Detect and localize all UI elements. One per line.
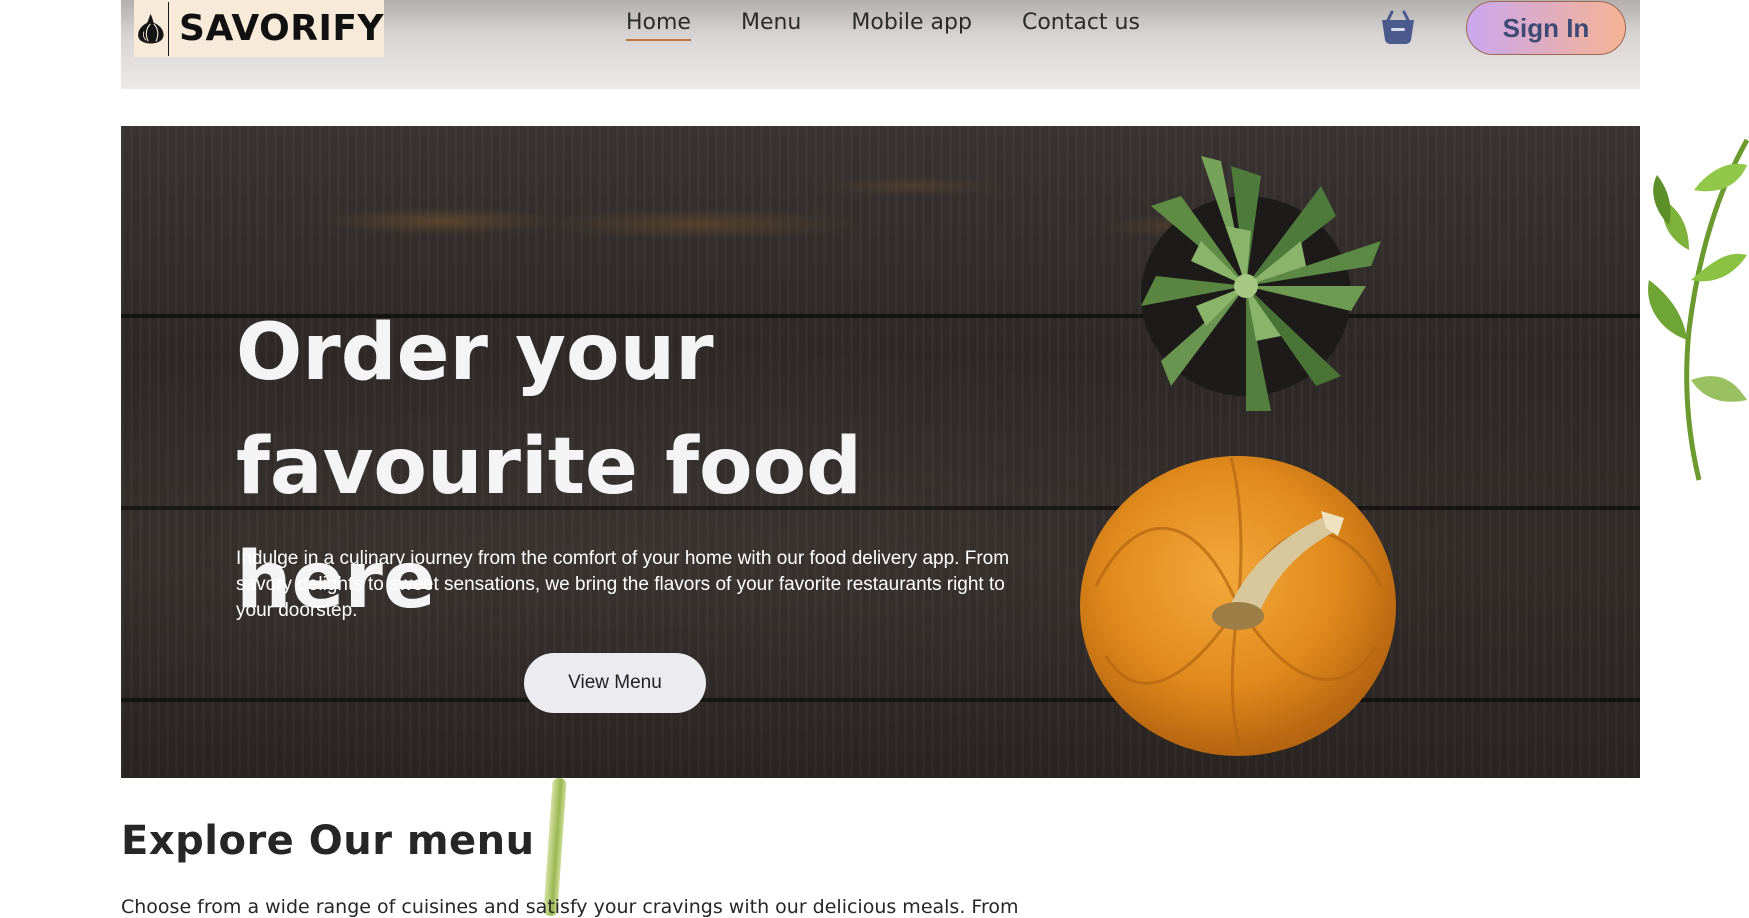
nav-link-menu[interactable]: Menu <box>741 10 801 41</box>
nav-link-home[interactable]: Home <box>626 10 691 41</box>
brand-name: SAVORIFY <box>179 8 384 49</box>
herb-decoration-right <box>1648 138 1749 481</box>
hero-description: Indulge in a culinary journey from the c… <box>236 548 1010 621</box>
shopping-basket-icon[interactable] <box>1379 8 1417 46</box>
hero-banner: Order your favourite food here Indulge i… <box>121 126 1640 778</box>
garlic-icon <box>138 13 164 44</box>
nav-links: Home Menu Mobile app Contact us <box>626 10 1190 41</box>
view-menu-button[interactable]: View Menu <box>524 653 706 713</box>
brand-logo[interactable]: SAVORIFY <box>134 0 384 57</box>
hero-title-line-1: Order your <box>236 308 714 398</box>
navbar: SAVORIFY Home Menu Mobile app Contact us… <box>121 0 1640 89</box>
nav-link-mobile-app[interactable]: Mobile app <box>851 10 972 41</box>
explore-menu-text: Choose from a wide range of cuisines and… <box>121 896 1019 918</box>
explore-menu-heading: Explore Our menu <box>121 818 535 864</box>
landing-page: SAVORIFY Home Menu Mobile app Contact us… <box>0 0 1749 918</box>
logo-divider <box>167 1 170 56</box>
nav-link-contact-us[interactable]: Contact us <box>1022 10 1140 41</box>
pumpkin-image <box>1080 456 1396 756</box>
sign-in-button[interactable]: Sign In <box>1466 1 1626 55</box>
succulent-plant-image <box>1141 156 1381 411</box>
